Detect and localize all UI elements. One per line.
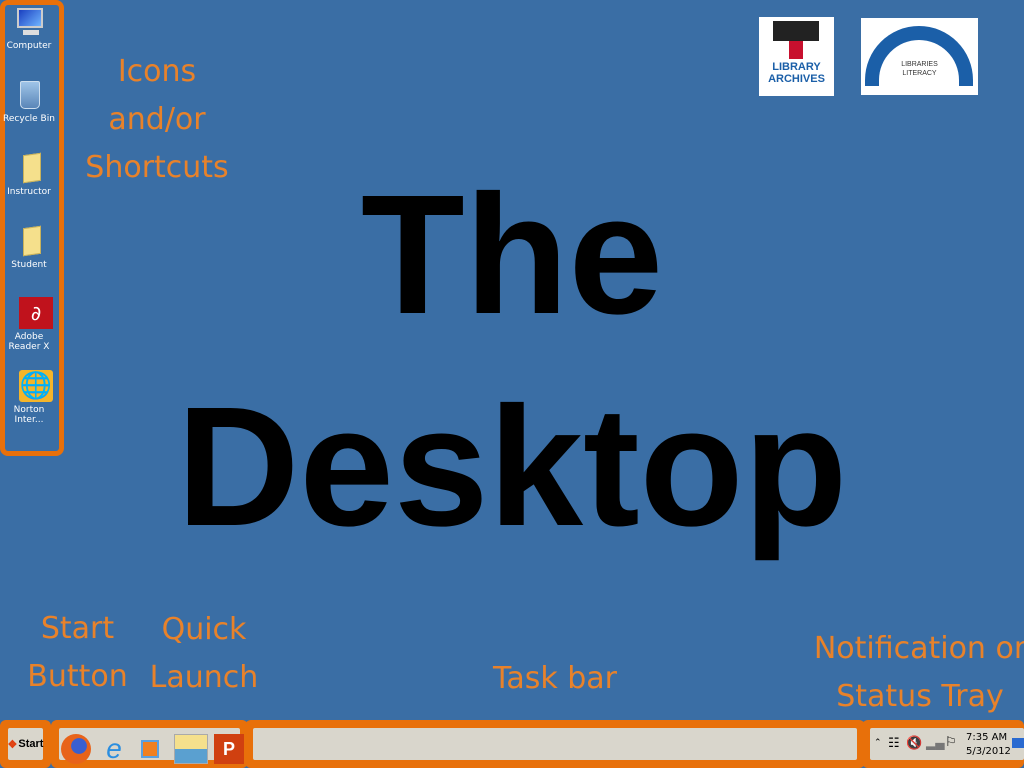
quick-launch-highlight: e P: [51, 720, 248, 768]
clock-time[interactable]: 7:35 AM: [966, 732, 1007, 743]
action-center-icon[interactable]: ☷: [888, 736, 900, 751]
windows-logo-icon: ❖: [7, 738, 18, 751]
show-desktop-button[interactable]: [1012, 738, 1024, 748]
volume-muted-icon[interactable]: 🔇: [906, 736, 922, 751]
clock-date[interactable]: 5/3/2012: [966, 746, 1011, 757]
show-hidden-icon[interactable]: ⌃: [874, 738, 882, 748]
annotation-quick-launch: Quick Launch: [149, 612, 259, 695]
network-icon[interactable]: ▂▄: [926, 736, 944, 750]
annotation-start: Start Button: [27, 611, 128, 694]
tslac-logo: LIBRARY ARCHIVES: [759, 17, 834, 96]
libraries-literacy-logo: LIBRARIES LITERACY: [861, 18, 978, 95]
tray-highlight: ⌃ ☷ 🔇 ▂▄ ⚐ 7:35 AM 5/3/2012: [862, 720, 1024, 768]
computer-icon: [13, 6, 45, 38]
powerpoint-icon[interactable]: P: [214, 734, 244, 764]
start-highlight: ❖ Start: [0, 720, 51, 768]
notification-tray: ⌃ ☷ 🔇 ▂▄ ⚐ 7:35 AM 5/3/2012: [870, 728, 1024, 760]
start-button[interactable]: ❖ Start: [8, 728, 43, 760]
title-the: The: [360, 160, 664, 350]
annotation-taskbar: Task bar: [492, 661, 618, 696]
flag-icon[interactable]: ⚐: [945, 735, 957, 750]
quick-launch: e P: [59, 728, 244, 764]
annotation-tray: Notification or Status Tray: [813, 631, 1024, 714]
taskbar[interactable]: [253, 728, 857, 760]
firefox-icon[interactable]: [61, 734, 91, 764]
internet-explorer-icon[interactable]: e: [99, 734, 129, 764]
desktop-icon-computer[interactable]: Computer: [0, 6, 58, 51]
taskbar-highlight: [245, 720, 865, 768]
desktop-icon-recycle-bin[interactable]: Recycle Bin: [0, 79, 58, 124]
recycle-bin-icon: [13, 79, 45, 111]
file-explorer-icon[interactable]: [174, 734, 208, 764]
title-desktop: Desktop: [176, 372, 848, 562]
media-player-icon[interactable]: [141, 740, 159, 758]
